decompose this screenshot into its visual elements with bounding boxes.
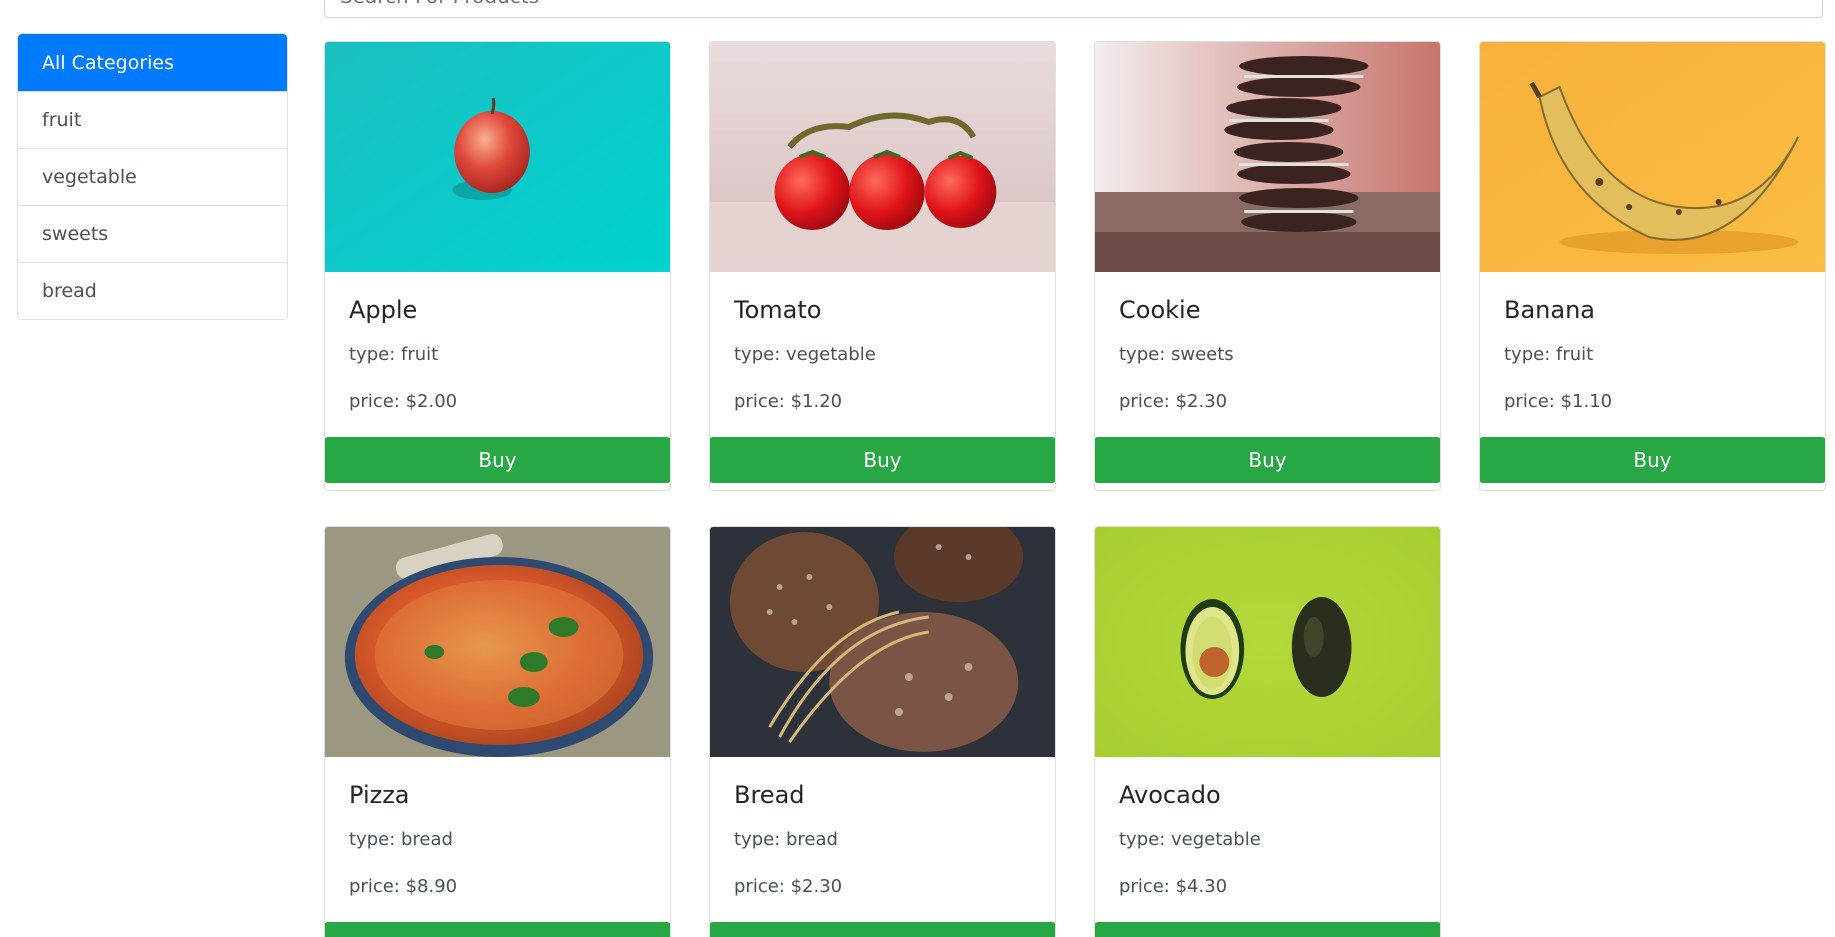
buy-button[interactable]: Buy (325, 437, 670, 483)
buy-button[interactable]: Buy (710, 922, 1055, 937)
product-name: Tomato (734, 296, 822, 324)
product-type: type: vegetable (1119, 829, 1261, 850)
product-card-tomato: Tomato type: vegetable price: $1.20 Buy (709, 41, 1056, 491)
banana-photo (1480, 42, 1825, 272)
product-type: type: fruit (1504, 344, 1594, 365)
product-type: type: bread (734, 829, 838, 850)
product-name: Avocado (1119, 781, 1221, 809)
product-type: type: vegetable (734, 344, 876, 365)
product-price: price: $2.00 (349, 391, 458, 412)
category-bread[interactable]: bread (18, 262, 287, 319)
product-price: price: $4.30 (1119, 876, 1228, 897)
product-name: Bread (734, 781, 805, 809)
buy-button[interactable]: Buy (1095, 437, 1440, 483)
product-price: price: $8.90 (349, 876, 458, 897)
product-card-apple: Apple type: fruit price: $2.00 Buy (324, 41, 671, 491)
product-name: Cookie (1119, 296, 1201, 324)
product-card-bread: Bread type: bread price: $2.30 Buy (709, 526, 1056, 937)
category-all[interactable]: All Categories (18, 34, 287, 91)
pizza-photo (325, 527, 670, 757)
buy-button[interactable]: Buy (710, 437, 1055, 483)
category-list: All Categories fruit vegetable sweets br… (17, 33, 288, 320)
avocado-photo (1095, 527, 1440, 757)
product-price: price: $2.30 (1119, 391, 1228, 412)
tomato-photo (710, 42, 1055, 272)
product-card-banana: Banana type: fruit price: $1.10 Buy (1479, 41, 1826, 491)
product-type: type: sweets (1119, 344, 1234, 365)
product-name: Banana (1504, 296, 1596, 324)
product-card-avocado: Avocado type: vegetable price: $4.30 Buy (1094, 526, 1441, 937)
product-price: price: $1.20 (734, 391, 843, 412)
product-price: price: $1.10 (1504, 391, 1613, 412)
product-type: type: fruit (349, 344, 439, 365)
product-card-cookie: Cookie type: sweets price: $2.30 Buy (1094, 41, 1441, 491)
product-type: type: bread (349, 829, 453, 850)
product-price: price: $2.30 (734, 876, 843, 897)
buy-button[interactable]: Buy (1480, 437, 1825, 483)
buy-button[interactable]: Buy (1095, 922, 1440, 937)
buy-button[interactable]: Buy (325, 922, 670, 937)
product-name: Pizza (349, 781, 410, 809)
shop-page: All Categories fruit vegetable sweets br… (0, 0, 1835, 937)
bread-photo (710, 527, 1055, 757)
product-card-pizza: Pizza type: bread price: $8.90 Buy (324, 526, 671, 937)
apple-photo (325, 42, 670, 272)
category-fruit[interactable]: fruit (18, 91, 287, 148)
category-sweets[interactable]: sweets (18, 205, 287, 262)
cookie-photo (1095, 42, 1440, 272)
product-name: Apple (349, 296, 418, 324)
search-input[interactable] (324, 0, 1823, 18)
category-vegetable[interactable]: vegetable (18, 148, 287, 205)
